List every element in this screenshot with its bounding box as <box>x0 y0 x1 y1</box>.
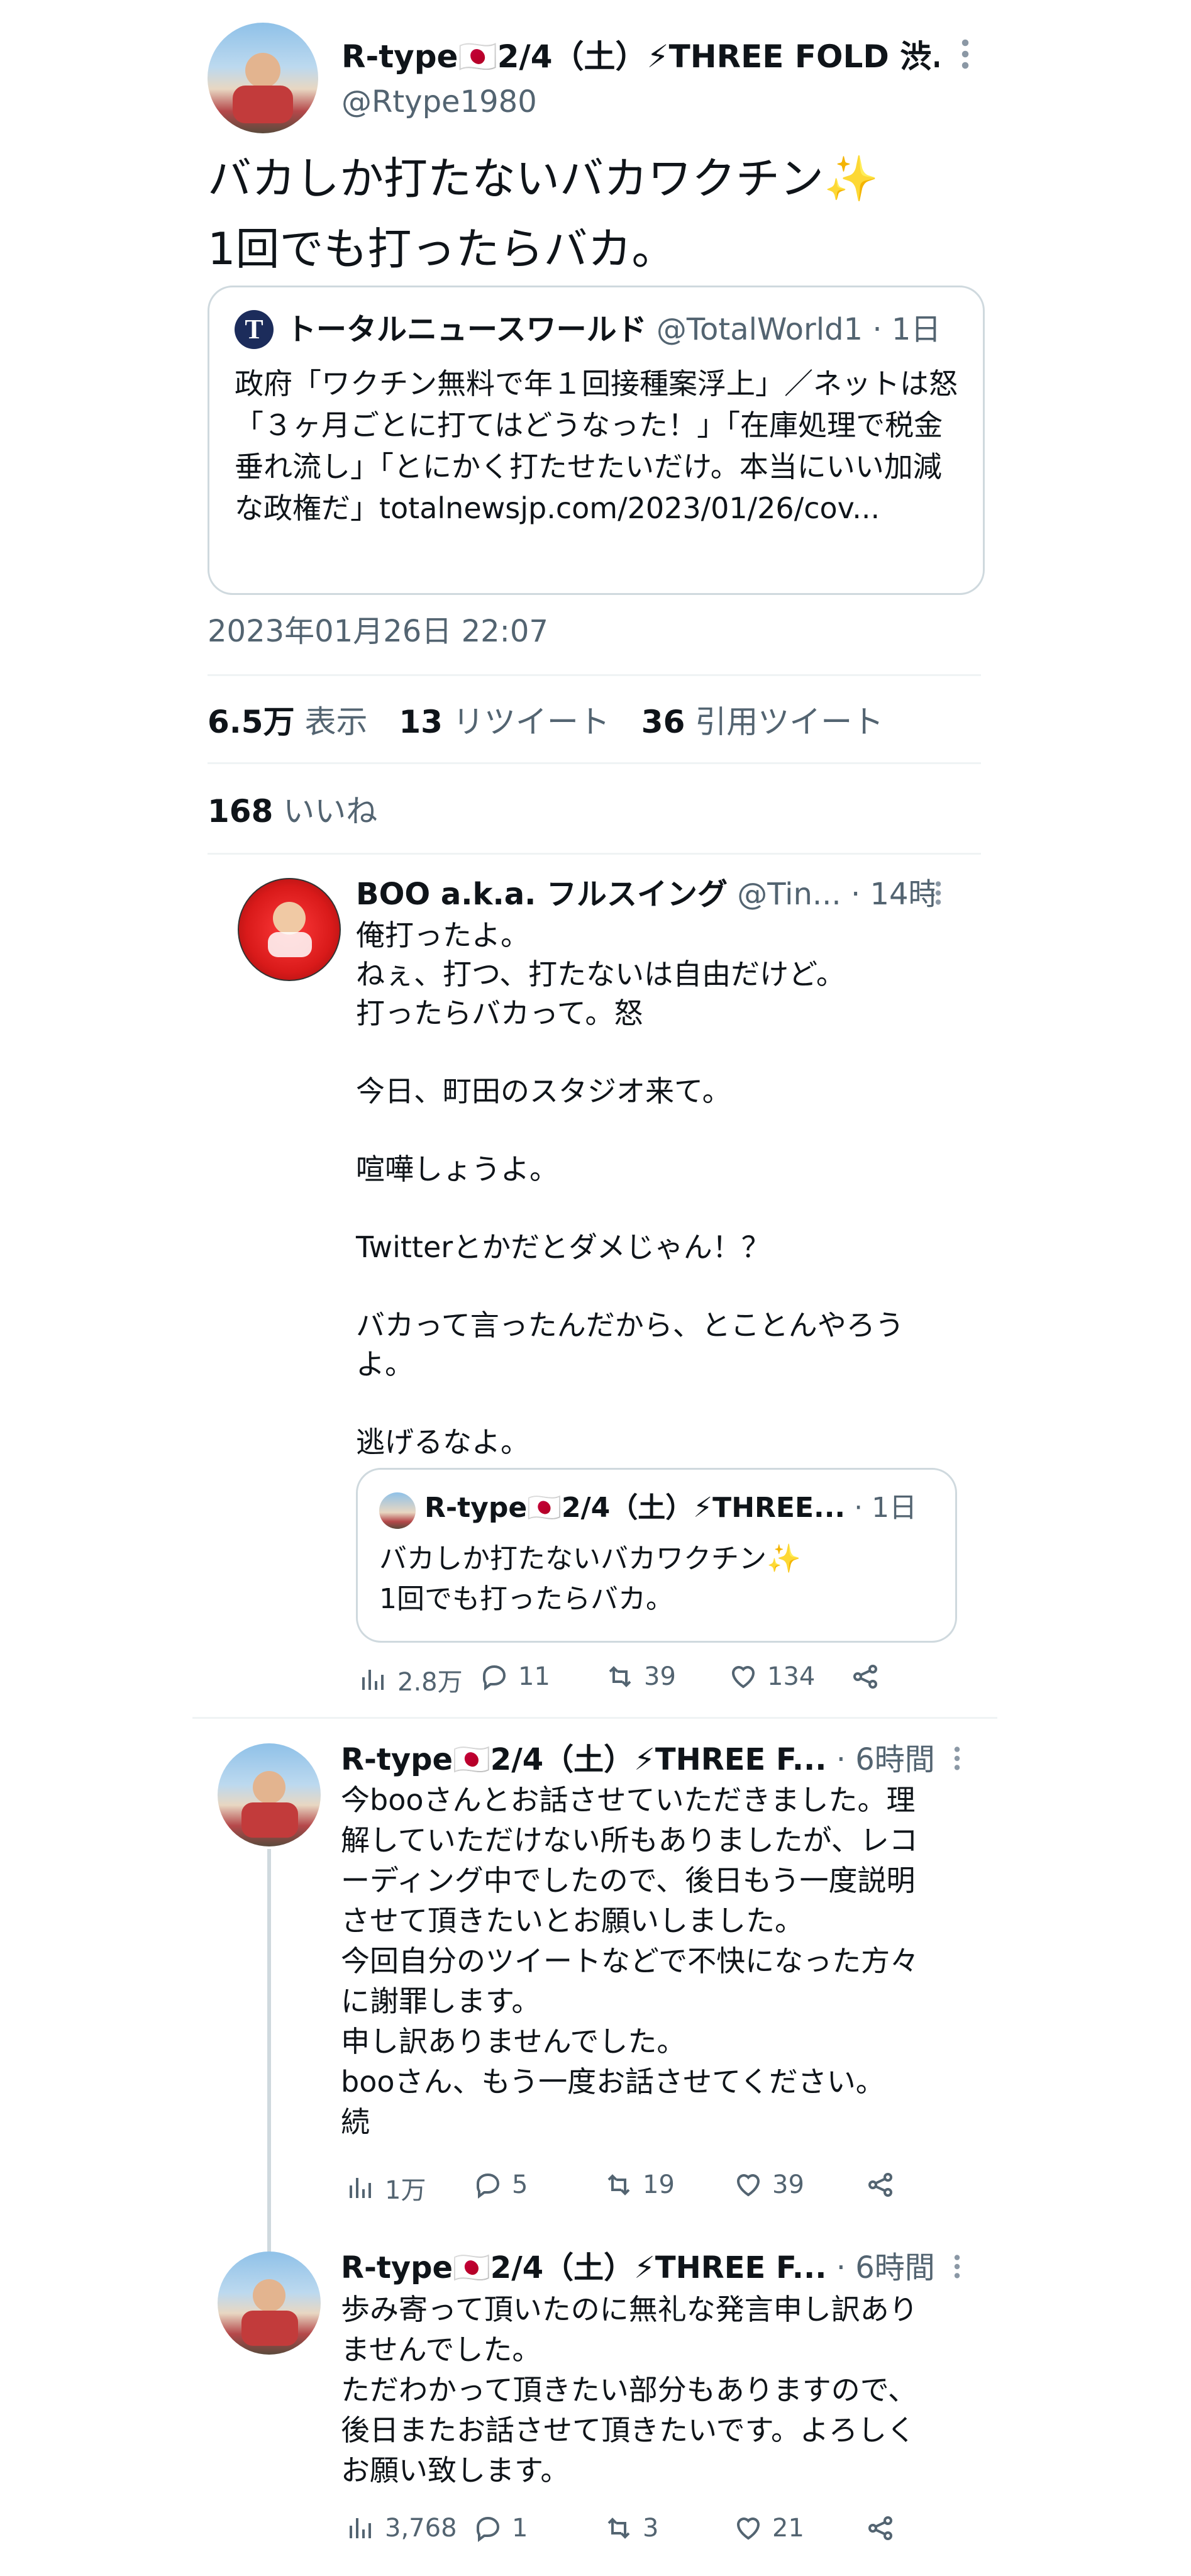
boo-age[interactable]: · 14時間 <box>851 877 934 912</box>
retweet-icon <box>607 2174 630 2196</box>
rtype-reply1-avatar[interactable] <box>218 1743 321 1846</box>
quoted-rtype-age: · 1日 <box>854 1492 917 1524</box>
boo-header: BOO a.k.a. フルスイング @Tin... · 14時間 <box>356 874 934 914</box>
share-button[interactable] <box>865 2513 895 2543</box>
retweet-icon <box>607 2518 630 2539</box>
like-icon <box>736 2174 760 2197</box>
quoted-rtype-text: バカしか打たないバカワクチン✨ 1回でも打ったらバカ。 <box>379 1543 801 1615</box>
rtype-reply2-name[interactable]: R-type🇯🇵2/4（土）⚡THREE F... <box>341 2250 826 2285</box>
share-button[interactable] <box>850 1662 880 1692</box>
boo-avatar[interactable] <box>238 878 341 981</box>
quoted-source-age: · 1日 <box>872 312 941 347</box>
reply-button[interactable]: 11 <box>479 1662 550 1692</box>
retweets-stat[interactable]: 13 リツイート <box>399 704 619 740</box>
like-button[interactable]: 21 <box>733 2513 804 2543</box>
reply-icon <box>477 2516 500 2542</box>
more-icon[interactable] <box>931 878 946 911</box>
share-icon <box>868 2173 892 2197</box>
thread-connector-line <box>267 1849 271 2258</box>
divider <box>192 1717 997 1719</box>
main-tweet-text: バカしか打たないバカワクチン✨ 1回でも打ったらバカ。 <box>208 153 879 275</box>
divider <box>208 674 981 676</box>
quoted-rtype-avatar <box>379 1492 416 1529</box>
rtype-reply2-header: R-type🇯🇵2/4（土）⚡THREE F... · 6時間 <box>341 2248 938 2288</box>
rtype-reply1-text: 今booさんとお話させていただきました。理 解していただけない所もありましたが、… <box>341 1783 919 2139</box>
views-stat: 6.5万 表示 <box>208 704 368 740</box>
views-button[interactable]: 1万 <box>346 2170 426 2206</box>
reply-button[interactable]: 1 <box>473 2513 528 2543</box>
boo-display-name[interactable]: BOO a.k.a. フルスイング <box>356 877 728 912</box>
tweet-stats-row: 6.5万 表示 13 リツイート 36 引用ツイート <box>208 702 884 742</box>
main-author-avatar[interactable] <box>208 23 318 133</box>
rtype-reply2-avatar[interactable] <box>218 2251 321 2355</box>
quoted-source-name: トータルニュースワールド <box>286 312 647 347</box>
retweet-icon <box>609 1666 631 1687</box>
tweet-timestamp[interactable]: 2023年01月26日 22:07 <box>208 611 548 652</box>
rtype-reply1-header: R-type🇯🇵2/4（土）⚡THREE F... · 6時間 <box>341 1740 938 1780</box>
views-icon <box>350 2518 371 2538</box>
boo-handle[interactable]: @Tin... <box>737 877 841 912</box>
likes-stat[interactable]: 168 いいね <box>208 791 377 831</box>
divider <box>208 853 981 855</box>
like-icon <box>736 2518 760 2540</box>
rtype-reply2-text: 歩み寄って頂いたのに無礼な発言申し訳あり ませんでした。 ただわかって頂きたい部… <box>341 2292 918 2487</box>
quoted-rtype-header: R-type🇯🇵2/4（土）⚡THREE... · 1日 <box>424 1487 940 1529</box>
quoted-news-text: 政府「ワクチン無料で年１回接種案浮上」／ネットは怒「３ヶ月ごとに打てはどうなった… <box>235 367 958 525</box>
divider <box>208 762 981 764</box>
retweet-button[interactable]: 19 <box>604 2170 675 2200</box>
quotes-stat[interactable]: 36 引用ツイート <box>641 704 884 740</box>
main-author-handle[interactable]: @Rtype1980 <box>341 83 537 121</box>
rtype-reply1-age[interactable]: · 6時間 <box>836 1742 935 1777</box>
more-icon[interactable] <box>950 2251 965 2284</box>
quoted-rtype-name: R-type🇯🇵2/4（土）⚡THREE... <box>424 1492 846 1524</box>
share-icon <box>853 1665 877 1689</box>
quoted-source-handle: @TotalWorld1 <box>656 312 863 347</box>
share-button[interactable] <box>865 2170 895 2200</box>
views-icon <box>362 1670 384 1690</box>
quoted-source-header: トータルニュースワールド @TotalWorld1 · 1日 <box>286 309 972 350</box>
main-author-name[interactable]: R-type🇯🇵2/4（土）⚡THREE FOLD 渋... <box>341 36 939 77</box>
more-icon[interactable] <box>956 35 975 73</box>
share-icon <box>868 2516 892 2540</box>
boo-reply-text: 俺打ったよ。 ねぇ、打つ、打たないは自由だけど。 打ったらバカって。怒 今日、町… <box>356 918 904 1459</box>
views-icon <box>350 2178 371 2198</box>
retweet-button[interactable]: 3 <box>604 2513 658 2543</box>
reply-icon <box>483 1665 506 1690</box>
like-icon <box>731 1666 755 1689</box>
views-button[interactable]: 2.8万 <box>358 1662 463 1698</box>
quoted-news-card[interactable]: T トータルニュースワールド @TotalWorld1 · 1日 政府「ワクチン… <box>208 286 985 595</box>
rtype-reply2-age[interactable]: · 6時間 <box>836 2250 935 2285</box>
more-icon[interactable] <box>950 1743 965 1776</box>
reply-button[interactable]: 5 <box>473 2170 528 2200</box>
reply-icon <box>477 2173 500 2199</box>
views-button[interactable]: 3,768 <box>346 2513 457 2543</box>
retweet-button[interactable]: 39 <box>605 1662 676 1692</box>
like-button[interactable]: 134 <box>728 1662 815 1692</box>
news-logo-icon: T <box>235 310 274 349</box>
like-button[interactable]: 39 <box>733 2170 804 2200</box>
rtype-reply1-name[interactable]: R-type🇯🇵2/4（土）⚡THREE F... <box>341 1742 826 1777</box>
quoted-rtype-card[interactable]: R-type🇯🇵2/4（土）⚡THREE... · 1日 バカしか打たないバカワ… <box>356 1468 957 1643</box>
